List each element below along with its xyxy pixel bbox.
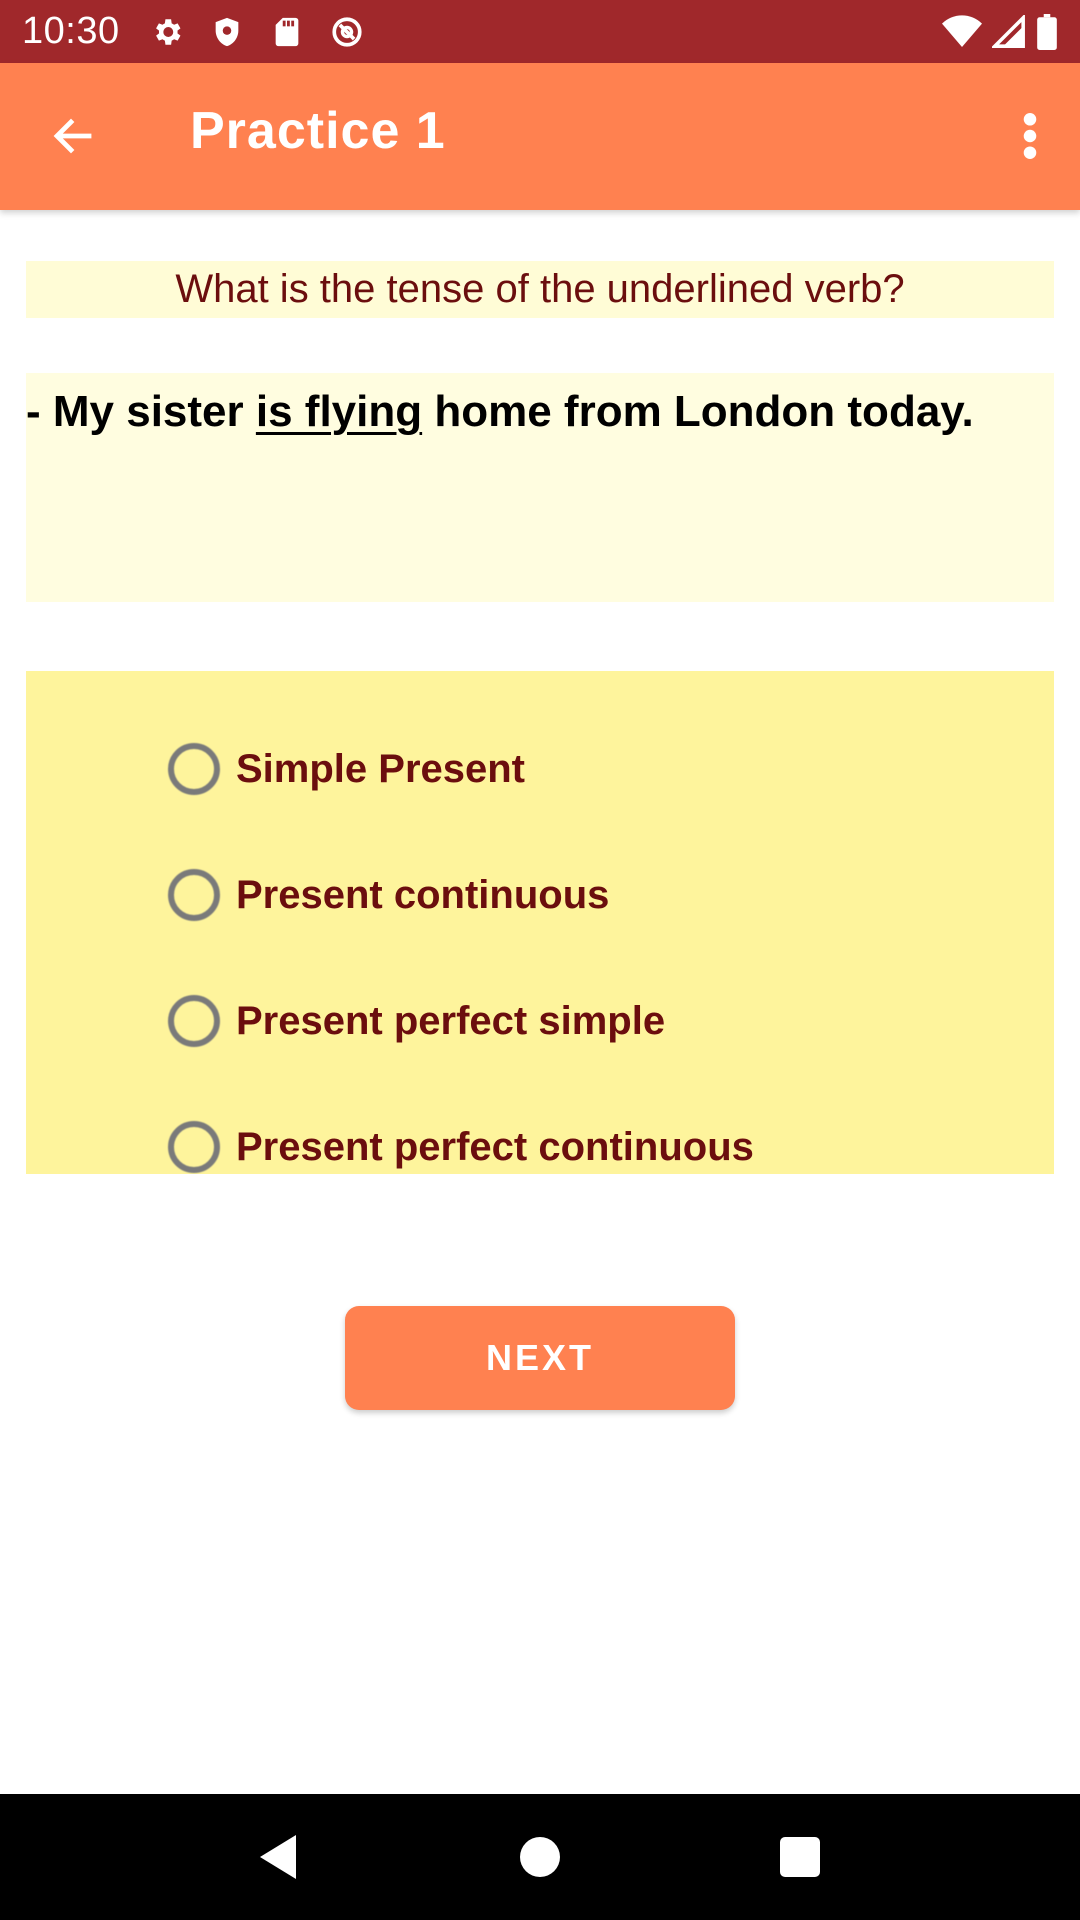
page-title: Practice 1 bbox=[190, 102, 446, 160]
option-present-continuous[interactable]: Present continuous bbox=[168, 860, 609, 930]
status-system-icons bbox=[942, 13, 1058, 50]
cell-signal-icon bbox=[992, 14, 1025, 48]
option-label: Present perfect simple bbox=[236, 998, 666, 1043]
status-notification-icons bbox=[150, 15, 364, 49]
app-bar: Practice 1 bbox=[0, 63, 1080, 210]
wifi-icon bbox=[942, 14, 982, 47]
status-bar: 10:30 bbox=[0, 0, 1080, 63]
sd-card-icon bbox=[275, 17, 298, 46]
answer-options: Simple Present Present continuous Presen… bbox=[26, 671, 1054, 1174]
back-triangle-icon bbox=[260, 1835, 296, 1879]
option-present-perfect-simple[interactable]: Present perfect simple bbox=[168, 986, 665, 1056]
radio-button[interactable] bbox=[168, 869, 220, 921]
nav-recents-button[interactable] bbox=[760, 1817, 840, 1897]
nav-home-button[interactable] bbox=[500, 1817, 580, 1897]
system-nav-bar bbox=[0, 1794, 1080, 1920]
question-sentence: - My sister is flying home from London t… bbox=[26, 373, 1054, 602]
option-simple-present[interactable]: Simple Present bbox=[168, 734, 525, 804]
back-button[interactable] bbox=[44, 107, 102, 165]
more-vertical-icon bbox=[1023, 113, 1037, 159]
status-time: 10:30 bbox=[22, 10, 120, 52]
underlined-verb: is flying bbox=[255, 387, 423, 436]
shield-icon bbox=[215, 17, 238, 46]
next-button[interactable]: NEXT bbox=[345, 1306, 735, 1410]
recents-square-icon bbox=[780, 1837, 820, 1877]
option-present-perfect-continuous[interactable]: Present perfect continuous bbox=[168, 1112, 754, 1182]
battery-icon bbox=[1037, 13, 1057, 50]
option-label: Simple Present bbox=[236, 746, 526, 791]
settings-icon bbox=[155, 18, 181, 45]
radio-button[interactable] bbox=[168, 743, 220, 795]
arrow-left-icon bbox=[53, 118, 92, 154]
sentence-before: - My sister bbox=[26, 387, 256, 436]
at-sign-icon bbox=[332, 16, 362, 47]
question-prompt: What is the tense of the underlined verb… bbox=[26, 261, 1054, 318]
nav-back-button[interactable] bbox=[240, 1817, 320, 1897]
option-label: Present continuous bbox=[236, 872, 610, 917]
radio-button[interactable] bbox=[168, 1121, 220, 1173]
overflow-menu-button[interactable] bbox=[1010, 107, 1050, 165]
option-label: Present perfect continuous bbox=[236, 1124, 754, 1169]
radio-button[interactable] bbox=[168, 995, 220, 1047]
home-circle-icon bbox=[520, 1837, 560, 1877]
sentence-after: home from London today. bbox=[422, 387, 974, 436]
